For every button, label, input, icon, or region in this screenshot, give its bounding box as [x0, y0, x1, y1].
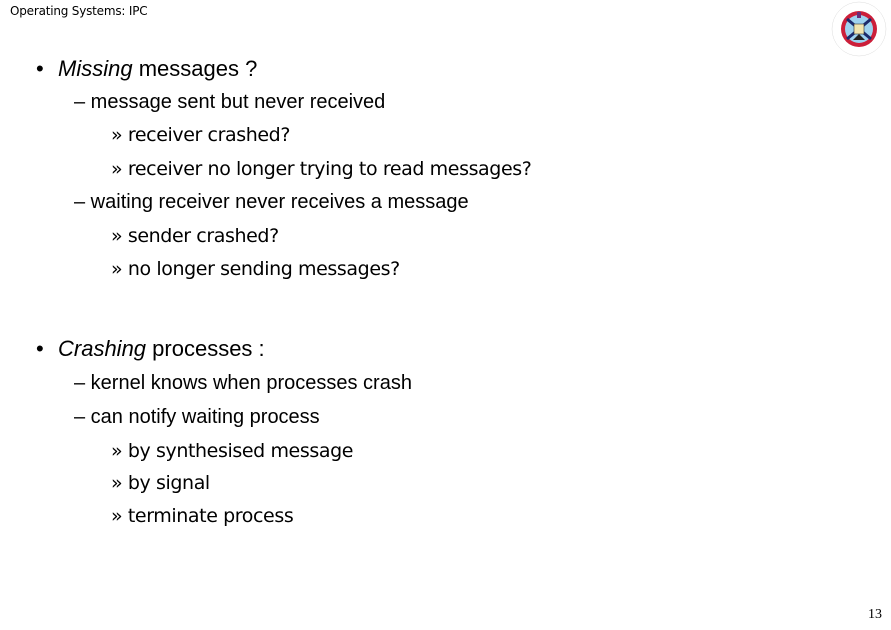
list-subitem: » receiver crashed? — [111, 124, 291, 146]
section-heading-crashing-processes: • Crashing processes : — [36, 336, 265, 361]
list-subitem: » by synthesised message — [111, 440, 354, 462]
list-subitem: » terminate process — [111, 505, 294, 527]
section-heading-missing-messages: • Missing messages ? — [36, 56, 258, 81]
university-crest-logo — [831, 1, 887, 57]
list-item: – waiting receiver never receives a mess… — [74, 191, 469, 213]
list-item: – message sent but never received — [74, 91, 386, 113]
list-item: – kernel knows when processes crash — [74, 372, 412, 394]
page-number: 13 — [868, 607, 882, 622]
list-subitem: » receiver no longer trying to read mess… — [111, 158, 532, 180]
slide-header: Operating Systems: IPC — [10, 4, 148, 18]
list-subitem: » by signal — [111, 472, 210, 494]
list-subitem: » sender crashed? — [111, 225, 279, 247]
list-item: – can notify waiting process — [74, 406, 320, 428]
list-subitem: » no longer sending messages? — [111, 258, 400, 280]
